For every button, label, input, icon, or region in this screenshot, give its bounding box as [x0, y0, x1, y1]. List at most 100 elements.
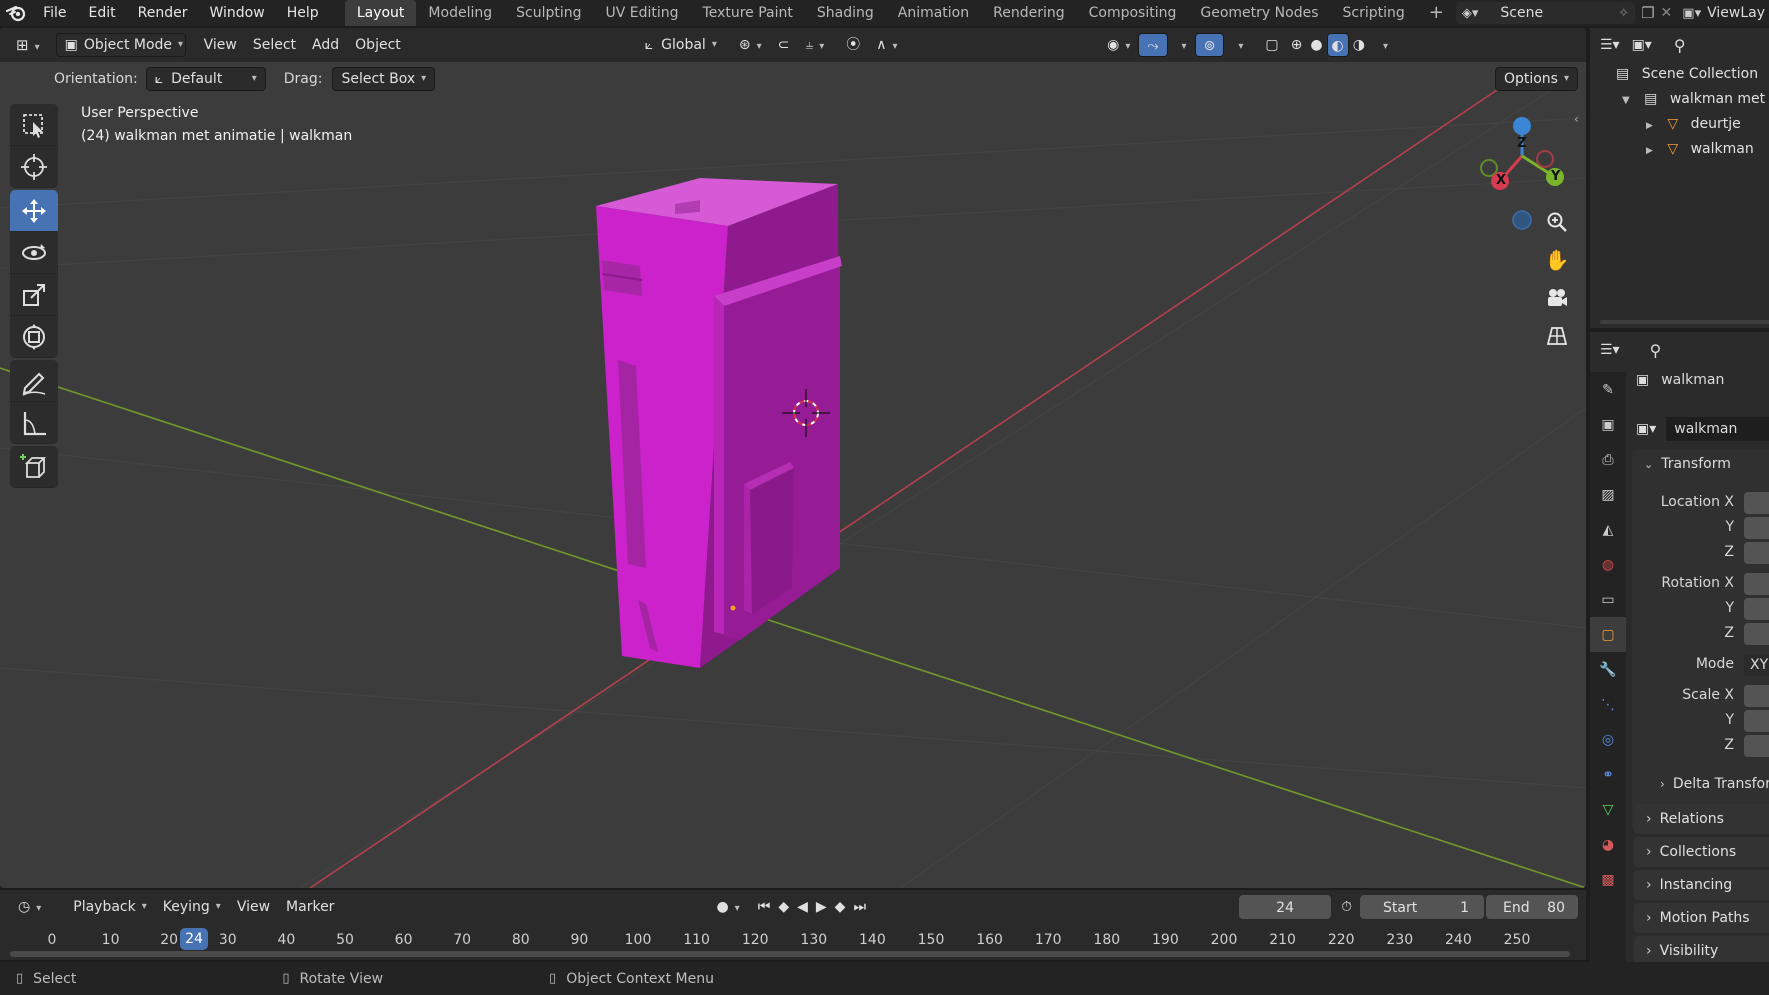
falloff-icon[interactable]: ∧ ▾ — [868, 33, 905, 57]
gizmo-y-label[interactable]: Y — [1551, 169, 1560, 184]
world-tab-icon[interactable]: ◍ — [1590, 547, 1626, 582]
gizmo-dropdown-icon[interactable]: ▾ — [1168, 33, 1195, 57]
select-box-tool[interactable] — [10, 104, 58, 146]
location-z-field[interactable] — [1744, 542, 1769, 564]
search-icon[interactable]: ⚲ — [1650, 341, 1662, 360]
drag-dropdown[interactable]: Select Box ▾ — [332, 67, 436, 91]
pivot-point-icon[interactable]: ⊛ ▾ — [731, 33, 770, 57]
motion-paths-panel[interactable]: › Motion Paths — [1634, 903, 1769, 933]
search-icon[interactable]: ⚲ — [1674, 36, 1686, 55]
scene-tab-icon[interactable]: ◭ — [1590, 512, 1626, 547]
transform-tool[interactable] — [10, 316, 58, 358]
gizmo-x-label[interactable]: X — [1496, 173, 1506, 188]
wireframe-shading-icon[interactable]: ⊕ — [1287, 33, 1307, 57]
gizmo-z-label[interactable]: Z — [1517, 136, 1526, 151]
tab-scripting[interactable]: Scripting — [1330, 0, 1416, 26]
annotate-tool[interactable] — [10, 360, 58, 402]
data-block-field[interactable]: ▣▾ walkman — [1636, 416, 1769, 442]
measure-tool[interactable] — [10, 402, 58, 444]
current-frame-marker[interactable]: 24 — [180, 928, 208, 950]
tab-sculpting[interactable]: Sculpting — [504, 0, 593, 26]
timeline-ruler[interactable]: 0 10 20 30 40 50 60 70 80 90 100 110 120 130 140 150 160… — [0, 890, 1586, 960]
new-scene-icon[interactable]: ❐ — [1641, 4, 1654, 22]
expand-icon[interactable]: ▼ — [1622, 95, 1630, 106]
collections-panel[interactable]: › Collections — [1634, 837, 1769, 867]
rotation-x-field[interactable] — [1744, 573, 1769, 595]
orientation-dropdown[interactable]: ⟀ Default ▾ — [145, 67, 266, 91]
material-shading-icon[interactable]: ◐ — [1326, 33, 1349, 57]
outliner-scrollbar[interactable] — [1600, 320, 1769, 324]
move-tool[interactable] — [10, 190, 58, 232]
material-tab-icon[interactable]: ◕ — [1590, 827, 1626, 862]
menu-file[interactable]: File — [32, 0, 77, 26]
menu-help[interactable]: Help — [276, 0, 330, 26]
add-workspace-button[interactable]: + — [1417, 0, 1456, 26]
tab-uv-editing[interactable]: UV Editing — [593, 0, 690, 26]
menu-select[interactable]: Select — [245, 33, 304, 57]
properties-editor[interactable]: ☰▾ ⚲ ✎ ▣ ⎙ ▨ ◭ ◍ ▭ ▢ 🔧 ⋱ ◎ ⚭ ▽ ◕ ▩ ▣ wal… — [1590, 332, 1769, 962]
scale-z-field[interactable] — [1744, 735, 1769, 757]
xray-toggle-icon[interactable]: ▢ — [1257, 33, 1286, 57]
gizmo-toggle-icon[interactable]: ⤳ — [1138, 33, 1168, 57]
expand-icon[interactable]: ▶ — [1646, 146, 1653, 156]
proportional-edit-icon[interactable]: ⦿ — [838, 33, 868, 57]
zoom-icon[interactable] — [1539, 204, 1575, 240]
delta-transform-subpanel[interactable]: › Delta Transfor — [1660, 776, 1769, 792]
transform-orientation-selector[interactable]: ⟀ Global ▾ — [637, 33, 725, 57]
perspective-grid-icon[interactable] — [1539, 318, 1575, 354]
data-tab-icon[interactable]: ▽ — [1590, 792, 1626, 827]
scale-tool[interactable] — [10, 274, 58, 316]
overlay-dropdown-icon[interactable]: ▾ — [1224, 33, 1251, 57]
particles-tab-icon[interactable]: ⋱ — [1590, 687, 1626, 722]
texture-tab-icon[interactable]: ▩ — [1590, 862, 1626, 897]
view-layer-icon[interactable]: ▣▾ — [1682, 6, 1701, 21]
outliner-scene-collection[interactable]: ▤ Scene Collection — [1590, 62, 1769, 87]
rotation-z-field[interactable] — [1744, 623, 1769, 645]
editor-type-icon[interactable]: ⊞ ▾ — [8, 33, 48, 57]
collapse-sidebar-icon[interactable]: ‹ — [1574, 112, 1579, 126]
outliner[interactable]: ☰▾ ▣▾ ⚲ ▤ Scene Collection ▼ ▤ walkman m… — [1590, 28, 1769, 328]
tab-texture-paint[interactable]: Texture Paint — [691, 0, 805, 26]
view-layer-name[interactable]: ViewLay — [1707, 5, 1769, 21]
rendered-shading-icon[interactable]: ◑ — [1349, 33, 1369, 57]
render-tab-icon[interactable]: ▣ — [1590, 407, 1626, 442]
shading-dropdown-icon[interactable]: ▾ — [1369, 33, 1396, 57]
tab-rendering[interactable]: Rendering — [981, 0, 1077, 26]
scale-x-field[interactable] — [1744, 685, 1769, 707]
outliner-collection[interactable]: ▼ ▤ walkman met a — [1590, 87, 1769, 112]
tab-animation[interactable]: Animation — [886, 0, 981, 26]
properties-editor-type-icon[interactable]: ☰▾ — [1600, 342, 1620, 358]
timeline-scrollbar[interactable] — [10, 951, 1570, 957]
visibility-icon[interactable]: ◉ ▾ — [1099, 33, 1138, 57]
location-y-field[interactable] — [1744, 517, 1769, 539]
tab-shading[interactable]: Shading — [805, 0, 886, 26]
outliner-editor-type-icon[interactable]: ☰▾ — [1600, 37, 1620, 53]
overlay-toggle-icon[interactable]: ⊚ — [1194, 33, 1225, 57]
tool-tab-icon[interactable]: ✎ — [1590, 372, 1626, 407]
view-layer-tab-icon[interactable]: ▨ — [1590, 477, 1626, 512]
tab-compositing[interactable]: Compositing — [1077, 0, 1189, 26]
pan-hand-icon[interactable]: ✋ — [1539, 242, 1575, 278]
visibility-panel[interactable]: › Visibility — [1634, 936, 1769, 962]
add-cube-tool[interactable] — [10, 446, 58, 488]
menu-object[interactable]: Object — [347, 33, 409, 57]
menu-render[interactable]: Render — [127, 0, 199, 26]
outliner-item-deurtje[interactable]: ▶ ▽ deurtje — [1590, 112, 1769, 137]
outliner-item-walkman[interactable]: ▶ ▽ walkman — [1590, 137, 1769, 162]
constraints-tab-icon[interactable]: ⚭ — [1590, 757, 1626, 792]
cursor-tool[interactable] — [10, 146, 58, 188]
physics-tab-icon[interactable]: ◎ — [1590, 722, 1626, 757]
menu-edit[interactable]: Edit — [78, 0, 127, 26]
rotation-y-field[interactable] — [1744, 598, 1769, 620]
output-tab-icon[interactable]: ⎙ — [1590, 442, 1626, 477]
menu-view[interactable]: View — [196, 33, 245, 57]
collection-tab-icon[interactable]: ▭ — [1590, 582, 1626, 617]
options-dropdown[interactable]: Options ▾ — [1494, 67, 1578, 91]
snap-target-icon[interactable]: ⫨ ▾ — [797, 33, 832, 57]
tab-layout[interactable]: Layout — [344, 0, 417, 26]
menu-add[interactable]: Add — [304, 33, 347, 57]
menu-window[interactable]: Window — [199, 0, 276, 26]
tab-geometry-nodes[interactable]: Geometry Nodes — [1188, 0, 1330, 26]
mode-selector[interactable]: ▣ Object Mode ▾ — [55, 33, 186, 57]
datablock-icon[interactable]: ▣▾ — [1636, 421, 1656, 437]
